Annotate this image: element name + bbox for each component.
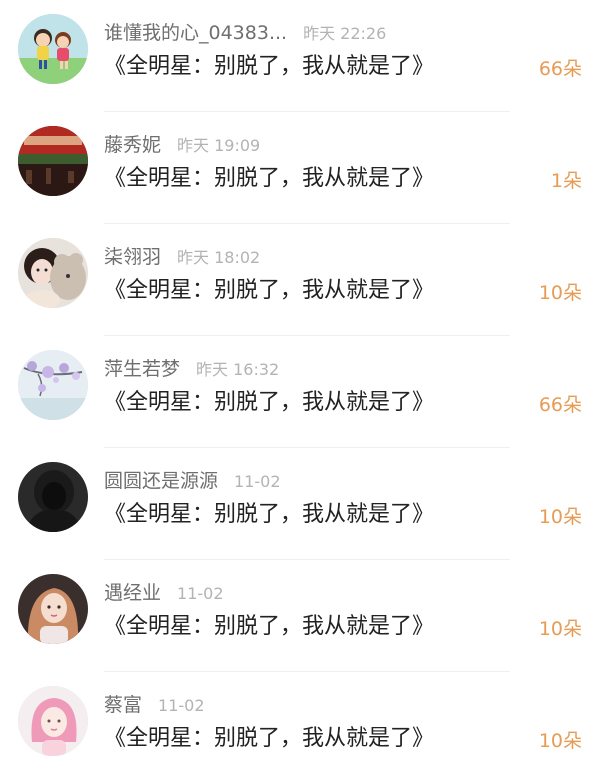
avatar[interactable] [18,350,88,420]
list-item[interactable]: 萍生若梦 昨天 16:32 《全明星：别脱了，我从就是了》 66朵 [0,336,600,448]
name-line: 蔡富 11-02 [104,690,205,720]
anime-girl-avatar-icon [18,574,88,644]
name-line: 萍生若梦 昨天 16:32 [104,354,279,384]
avatar[interactable] [18,126,88,196]
flower-count: 10朵 [538,282,582,304]
timestamp: 11-02 [234,472,281,491]
timestamp: 11-02 [177,584,224,603]
cartoon-kids-avatar-icon [18,14,88,84]
flower-count: 10朵 [538,618,582,640]
username[interactable]: 萍生若梦 [104,358,180,380]
avatar[interactable] [18,462,88,532]
timestamp: 昨天 22:26 [303,24,387,43]
name-line: 谁懂我的心_04383... 昨天 22:26 [104,18,386,48]
gift-message: 《全明星：别脱了，我从就是了》 [104,278,435,303]
list-item[interactable]: 谁懂我的心_04383... 昨天 22:26 《全明星：别脱了，我从就是了》 6… [0,0,600,112]
red-banner-avatar-icon [18,126,88,196]
timestamp: 昨天 19:09 [177,136,261,155]
avatar[interactable] [18,14,88,84]
list-item[interactable]: 柒翎羽 昨天 18:02 《全明星：别脱了，我从就是了》 10朵 [0,224,600,336]
name-line: 柒翎羽 昨天 18:02 [104,242,260,272]
flower-count: 66朵 [538,394,582,416]
girl-with-plush-avatar-icon [18,238,88,308]
list-item[interactable]: 蔡富 11-02 《全明星：别脱了，我从就是了》 10朵 [0,672,600,775]
name-line: 遇经业 11-02 [104,578,224,608]
username[interactable]: 柒翎羽 [104,246,161,268]
gift-message: 《全明星：别脱了，我从就是了》 [104,390,435,415]
avatar[interactable] [18,574,88,644]
avatar[interactable] [18,686,88,756]
name-line: 藤秀妮 昨天 19:09 [104,130,260,160]
timestamp: 昨天 16:32 [196,360,280,379]
blossom-branch-avatar-icon [18,350,88,420]
flower-count: 10朵 [538,506,582,528]
list-item[interactable]: 藤秀妮 昨天 19:09 《全明星：别脱了，我从就是了》 1朵 [0,112,600,224]
gift-message: 《全明星：别脱了，我从就是了》 [104,614,435,639]
timestamp: 11-02 [158,696,205,715]
gift-message: 《全明星：别脱了，我从就是了》 [104,166,435,191]
list-item[interactable]: 遇经业 11-02 《全明星：别脱了，我从就是了》 10朵 [0,560,600,672]
name-line: 圆圆还是源源 11-02 [104,466,281,496]
list-item[interactable]: 圆圆还是源源 11-02 《全明星：别脱了，我从就是了》 10朵 [0,448,600,560]
flower-count: 10朵 [538,730,582,752]
gift-message: 《全明星：别脱了，我从就是了》 [104,502,435,527]
gift-message: 《全明星：别脱了，我从就是了》 [104,726,435,751]
flower-count: 1朵 [550,170,582,192]
timestamp: 昨天 18:02 [177,248,261,267]
pink-hair-girl-avatar-icon [18,686,88,756]
username[interactable]: 谁懂我的心_04383... [104,22,287,44]
gift-message: 《全明星：别脱了，我从就是了》 [104,54,435,79]
flower-count: 66朵 [538,58,582,80]
username[interactable]: 藤秀妮 [104,134,161,156]
username[interactable]: 遇经业 [104,582,161,604]
avatar[interactable] [18,238,88,308]
username[interactable]: 圆圆还是源源 [104,470,218,492]
gift-list: 谁懂我的心_04383... 昨天 22:26 《全明星：别脱了，我从就是了》 6… [0,0,600,775]
username[interactable]: 蔡富 [104,694,142,716]
hooded-figure-avatar-icon [18,462,88,532]
